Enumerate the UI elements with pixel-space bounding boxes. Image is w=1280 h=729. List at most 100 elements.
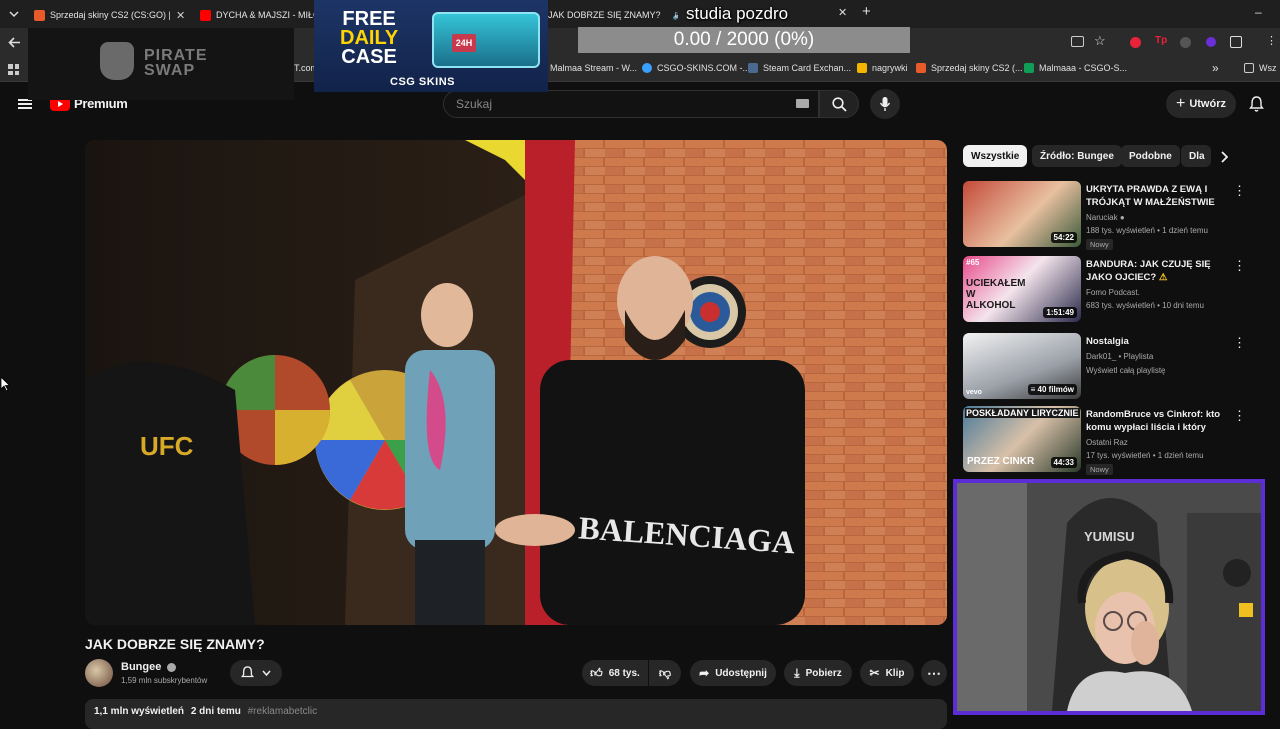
browser-tab-strip: Sprzedaj skiny CS2 (CS:GO) | N ✕ DYCHA &… <box>0 0 1280 28</box>
pirateswap-overlay: PIRATE SWAP <box>28 28 294 100</box>
bookmark-item[interactable]: Steam Card Exchan... <box>748 63 851 73</box>
new-tab-button[interactable]: + <box>862 3 871 20</box>
playlist-title[interactable]: Nostalgia <box>1086 335 1230 348</box>
extension-icon[interactable] <box>1206 37 1216 47</box>
download-button[interactable]: ⤓ Pobierz <box>784 660 852 686</box>
channel-name[interactable]: Bungee <box>121 661 177 673</box>
menu-icon[interactable]: ⋮ <box>1266 34 1277 47</box>
thumbnail-overlay-text: PRZEZ CINKR <box>967 456 1035 467</box>
close-tab-icon[interactable]: ✕ <box>176 9 185 22</box>
video-stats: 188 tys. wyświetleń • 1 dzień temu <box>1086 226 1208 235</box>
tab-list-chevron-icon[interactable] <box>6 6 22 22</box>
bell-icon <box>241 666 254 678</box>
bookmark-item[interactable]: CSGO-SKINS.COM -... <box>642 63 750 73</box>
channel-name[interactable]: Ostatni Raz <box>1086 438 1128 447</box>
more-options-icon[interactable]: ⋮ <box>1233 335 1246 351</box>
bookmark-item[interactable]: Malmaa Stream - W... <box>550 63 637 73</box>
video-duration: 44:33 <box>1050 457 1077 468</box>
recommended-video[interactable]: POSKŁADANY LIRYCZNIE PRZEZ CINKR 44:33 R… <box>963 406 1253 476</box>
subscription-bell-button[interactable] <box>230 660 282 686</box>
browser-tab[interactable]: Sprzedaj skiny CS2 (CS:GO) | N ✕ <box>34 4 190 26</box>
create-button[interactable]: + Utwórz <box>1166 90 1236 118</box>
more-options-icon[interactable]: ⋮ <box>1233 183 1246 199</box>
video-thumbnail[interactable]: #65 UCIEKAŁEM W ALKOHOL 1:51:49 <box>963 256 1081 322</box>
like-button[interactable]: 👍︎ 68 tys. <box>582 660 648 686</box>
playlist-thumbnail[interactable]: vevo ≡ 40 filmów <box>963 333 1081 399</box>
bookmark-item[interactable]: nagrywki <box>857 63 908 73</box>
pirate-logo-line: SWAP <box>144 62 196 79</box>
back-arrow-icon[interactable] <box>8 36 21 54</box>
channel-name-text: Naruciak <box>1086 213 1118 222</box>
hashtag-link[interactable]: #reklamabetclic <box>248 706 317 717</box>
playlist-owner[interactable]: Dark01_ • Playlista <box>1086 352 1153 361</box>
webcam-frame: YUMISU <box>957 483 1261 711</box>
thumbs-up-icon: 👍︎ <box>590 665 603 680</box>
share-label: Udostępnij <box>715 667 767 679</box>
bookmark-favicon-icon <box>916 63 926 73</box>
verified-check-icon <box>167 662 177 672</box>
chip-related[interactable]: Podobne <box>1121 145 1180 167</box>
chips-next-chevron-icon[interactable] <box>1220 150 1229 168</box>
pirate-logo-text: PIRATE SWAP <box>144 48 207 79</box>
browser-tab-active[interactable]: JAK DOBRZE SIĘ ZNAMY? 🔈 <box>548 4 678 26</box>
like-count: 68 tys. <box>608 667 640 679</box>
install-app-icon[interactable] <box>1071 36 1084 47</box>
thumbs-down-icon: 👎︎ <box>658 665 672 680</box>
tab-favicon-icon <box>34 9 45 21</box>
close-tab-icon[interactable]: ✕ <box>838 6 847 19</box>
bookmark-label: Malmaaa - CSGO-S... <box>1039 63 1128 73</box>
more-options-icon[interactable]: ⋮ <box>1233 258 1246 274</box>
share-button[interactable]: ➦ Udostępnij <box>690 660 776 686</box>
channel-name[interactable]: Naruciak ● <box>1086 213 1125 222</box>
channel-avatar[interactable] <box>85 659 113 687</box>
csgo-skins-brand: CSG SKINS <box>390 76 456 88</box>
playlist-icon: ≡ <box>1030 385 1038 394</box>
description-box[interactable]: 1,1 mln wyświetleń 2 dni temu #reklamabe… <box>85 699 947 729</box>
search-icon <box>831 96 847 112</box>
clip-button[interactable]: ✂ Klip <box>860 660 914 686</box>
chip-for-you[interactable]: Dla <box>1181 145 1211 167</box>
bookmark-star-icon[interactable]: ☆ <box>1094 33 1106 49</box>
recommended-video[interactable]: 54:22 UKRYTA PRAWDA Z EWĄ I TRÓJKĄT W MA… <box>963 181 1253 251</box>
bookmarks-more-button[interactable]: » <box>1212 61 1219 75</box>
extensions-puzzle-icon[interactable] <box>1230 36 1242 48</box>
case-box-icon: 24H <box>432 12 540 68</box>
notifications-bell-icon[interactable] <box>1249 96 1264 117</box>
video-title[interactable]: BANDURA: JAK CZUJĘ SIĘ JAKO OJCIEC? ⚠ <box>1086 258 1230 284</box>
extension-icon[interactable]: Tp <box>1155 35 1167 46</box>
csgo-skins-ad[interactable]: FREE DAILY CASE 24H CSG SKINS <box>314 0 548 92</box>
keyboard-icon[interactable] <box>796 99 809 108</box>
bookmark-item[interactable]: Sprzedaj skiny CS2 (... <box>916 63 1023 73</box>
thumbnail-overlay-text: POSKŁADANY LIRYCZNIE <box>965 408 1080 418</box>
chip-from-channel[interactable]: Źródło: Bungee <box>1032 145 1122 167</box>
more-actions-button[interactable]: ⋯ <box>921 660 947 686</box>
view-full-playlist-link[interactable]: Wyświetl całą playlistę <box>1086 366 1166 375</box>
browser-tab[interactable]: DYCHA & MAJSZI - MIŁOŚ <box>200 4 314 26</box>
video-player[interactable]: UFC BALENCIAGA <box>85 140 947 625</box>
tab-audio-icon[interactable]: 🔈 <box>673 10 678 21</box>
folder-icon <box>1244 63 1254 73</box>
extension-icon[interactable] <box>1130 37 1141 48</box>
recommended-playlist[interactable]: vevo ≡ 40 filmów Nostalgia Dark01_ • Pla… <box>963 333 1253 403</box>
hamburger-menu-icon[interactable] <box>18 99 32 109</box>
thumbnail-episode-text: #65 <box>966 258 980 267</box>
apps-grid-icon[interactable] <box>8 64 19 75</box>
video-title[interactable]: UKRYTA PRAWDA Z EWĄ I TRÓJKĄT W MAŁŻEŃST… <box>1086 183 1230 209</box>
minimize-window-icon[interactable]: – <box>1255 5 1262 19</box>
video-stats: 17 tys. wyświetleń • 1 dzień temu <box>1086 451 1204 460</box>
video-thumbnail[interactable]: 54:22 <box>963 181 1081 247</box>
bookmarks-folder[interactable]: Wsz <box>1244 63 1277 73</box>
more-options-icon[interactable]: ⋮ <box>1233 408 1246 424</box>
dislike-button[interactable]: 👎︎ <box>649 660 681 686</box>
bookmark-item[interactable]: Malmaaa - CSGO-S... <box>1024 63 1127 73</box>
channel-name[interactable]: Fomo Podcast. <box>1086 288 1140 297</box>
video-title[interactable]: RandomBruce vs Cinkrof: kto komu wypłaci… <box>1086 408 1230 436</box>
video-thumbnail[interactable]: POSKŁADANY LIRYCZNIE PRZEZ CINKR 44:33 <box>963 406 1081 472</box>
extension-icon[interactable] <box>1180 37 1191 48</box>
chair-brand-text: YUMISU <box>1084 529 1135 544</box>
search-button[interactable] <box>819 90 859 118</box>
voice-search-button[interactable] <box>870 89 900 119</box>
search-input[interactable]: Szukaj <box>443 90 819 118</box>
chip-all[interactable]: Wszystkie <box>963 145 1028 167</box>
recommended-video[interactable]: #65 UCIEKAŁEM W ALKOHOL 1:51:49 BANDURA:… <box>963 256 1253 326</box>
